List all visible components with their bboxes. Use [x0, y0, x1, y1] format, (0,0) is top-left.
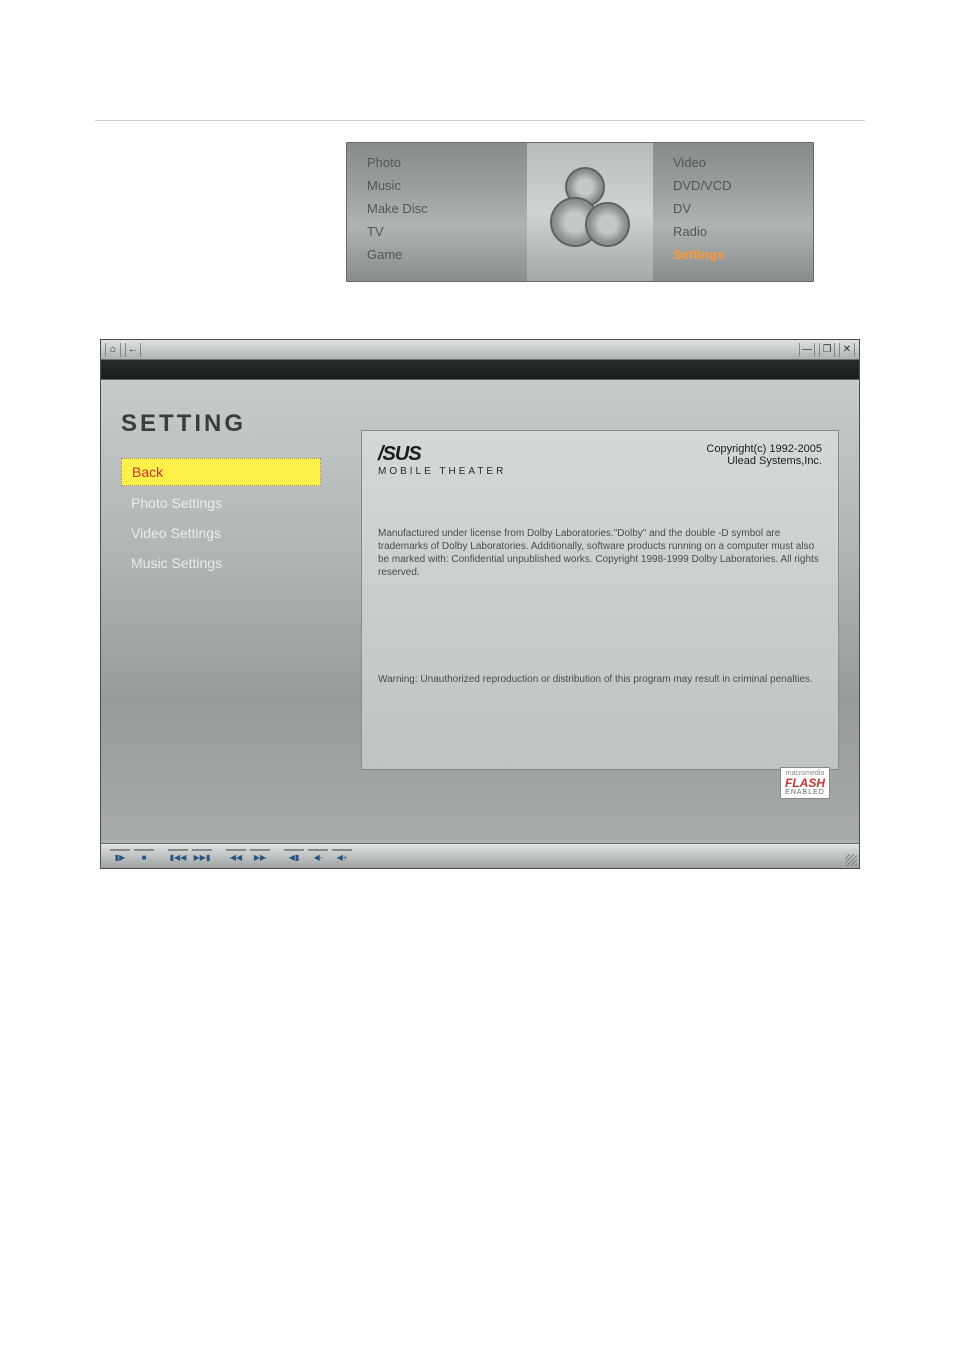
license-text: Manufactured under license from Dolby La… — [378, 527, 822, 579]
settings-title: SETTING — [121, 410, 321, 438]
window-body: SETTING Back Photo Settings Video Settin… — [101, 380, 859, 840]
copyright-text: Copyright(c) 1992-2005 Ulead Systems,Inc… — [706, 443, 822, 467]
menu-right-column: Video DVD/VCD DV Radio Settings — [653, 143, 813, 281]
flash-main-label: FLASH — [785, 777, 825, 789]
menu-music[interactable]: Music — [347, 174, 527, 197]
fast-forward-button[interactable]: ▶▶ — [250, 849, 270, 863]
about-box: /SUS MOBILE THEATER Copyright(c) 1992-20… — [361, 430, 839, 770]
settings-content: /SUS MOBILE THEATER Copyright(c) 1992-20… — [341, 380, 859, 840]
window-title-bar: ⌂ ← — ❐ ✕ — [101, 340, 859, 360]
play-pause-button[interactable]: ▮▶ — [110, 849, 130, 863]
menu-tv[interactable]: TV — [347, 220, 527, 243]
warning-text: Warning: Unauthorized reproduction or di… — [378, 674, 822, 685]
menu-settings[interactable]: Settings — [653, 243, 813, 266]
mute-button[interactable]: ◀▮ — [284, 849, 304, 863]
sidebar-video-settings[interactable]: Video Settings — [121, 520, 321, 546]
rewind-button[interactable]: ◀◀ — [226, 849, 246, 863]
settings-sidebar: SETTING Back Photo Settings Video Settin… — [101, 380, 341, 840]
stop-button[interactable]: ■ — [134, 849, 154, 863]
brand-subtitle: MOBILE THEATER — [378, 466, 506, 477]
close-button[interactable]: ✕ — [839, 343, 855, 357]
back-button[interactable]: ← — [125, 343, 141, 357]
menu-left-column: Photo Music Make Disc TV Game — [347, 143, 527, 281]
main-menu-grid: Photo Music Make Disc TV Game Video DVD/… — [346, 142, 814, 282]
flash-badge: macromedia FLASH ENABLED — [780, 767, 830, 799]
playback-bar: ▮▶ ■ ▮◀◀ ▶▶▮ ◀◀ ▶▶ ◀▮ ◀- ◀+ — [101, 843, 859, 868]
sidebar-back[interactable]: Back — [121, 458, 321, 486]
menu-video[interactable]: Video — [653, 151, 813, 174]
window-dark-strip — [101, 360, 859, 380]
resize-grip[interactable] — [845, 854, 857, 866]
menu-dv[interactable]: DV — [653, 197, 813, 220]
gears-icon — [540, 162, 640, 262]
menu-make-disc[interactable]: Make Disc — [347, 197, 527, 220]
menu-photo[interactable]: Photo — [347, 151, 527, 174]
menu-game[interactable]: Game — [347, 243, 527, 266]
volume-down-button[interactable]: ◀- — [308, 849, 328, 863]
sidebar-photo-settings[interactable]: Photo Settings — [121, 490, 321, 516]
brand-logo: /SUS — [378, 443, 506, 466]
prev-track-button[interactable]: ▮◀◀ — [168, 849, 188, 863]
next-track-button[interactable]: ▶▶▮ — [192, 849, 212, 863]
menu-dvd-vcd[interactable]: DVD/VCD — [653, 174, 813, 197]
volume-up-button[interactable]: ◀+ — [332, 849, 352, 863]
flash-enabled-label: ENABLED — [785, 789, 825, 796]
settings-window: ⌂ ← — ❐ ✕ SETTING Back Photo Settings Vi… — [100, 339, 860, 869]
copyright-line2: Ulead Systems,Inc. — [706, 455, 822, 467]
home-button[interactable]: ⌂ — [105, 343, 121, 357]
menu-center-graphic — [527, 143, 653, 281]
menu-radio[interactable]: Radio — [653, 220, 813, 243]
minimize-button[interactable]: — — [799, 343, 815, 357]
maximize-button[interactable]: ❐ — [819, 343, 835, 357]
sidebar-music-settings[interactable]: Music Settings — [121, 550, 321, 576]
brand-area: /SUS MOBILE THEATER — [378, 443, 506, 477]
copyright-line1: Copyright(c) 1992-2005 — [706, 443, 822, 455]
page-divider — [95, 120, 865, 121]
